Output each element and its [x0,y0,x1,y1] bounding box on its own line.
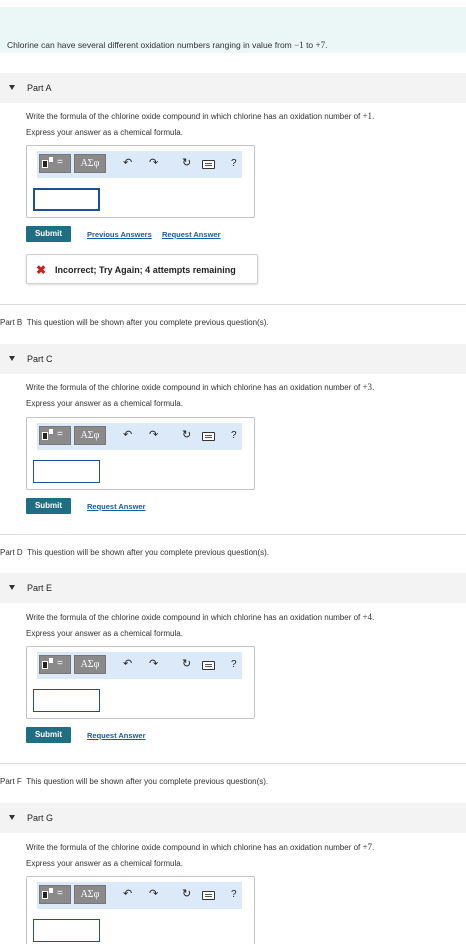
part-a-header[interactable]: Part A [0,73,466,103]
part-f-locked-text: Part F This question will be shown after… [0,777,269,786]
part-d-locked-text: Part D This question will be shown after… [0,548,270,557]
part-a-previous-answers-link[interactable]: Previous Answers [87,230,152,239]
redo-icon[interactable]: ↷ [149,888,158,900]
part-e-answer-input[interactable] [33,689,100,712]
part-a-submit-button[interactable]: Submit [26,226,71,242]
template-icon[interactable]: = [39,426,71,445]
collapse-caret-icon[interactable] [9,85,15,90]
help-button[interactable]: ? [231,889,237,901]
part-c-request-answer-link[interactable]: Request Answer [87,502,146,511]
part-g-question: Write the formula of the chlorine oxide … [26,842,375,852]
keyboard-icon[interactable] [202,661,215,670]
math-toolbar: = ΑΣφ ↶ ↷ ↻ ? [37,423,242,450]
part-a-instruction: Express your answer as a chemical formul… [26,128,183,137]
part-a-feedback: ✖ Incorrect; Try Again; 4 attempts remai… [26,254,258,284]
redo-icon[interactable]: ↷ [149,658,158,670]
undo-icon[interactable]: ↶ [123,888,132,900]
part-g-instruction: Express your answer as a chemical formul… [26,859,183,868]
greek-symbols-button[interactable]: ΑΣφ [74,885,106,904]
part-a-answer-editor: = ΑΣφ ↶ ↷ ↻ ? [26,145,255,218]
redo-icon[interactable]: ↷ [149,157,158,169]
part-e-request-answer-link[interactable]: Request Answer [87,731,146,740]
part-b-locked: Part B This question will be shown after… [0,304,466,340]
collapse-caret-icon[interactable] [9,585,15,590]
part-g-header[interactable]: Part G [0,803,466,833]
undo-icon[interactable]: ↶ [123,658,132,670]
collapse-caret-icon[interactable] [9,356,15,361]
part-e-header[interactable]: Part E [0,573,466,603]
greek-symbols-button[interactable]: ΑΣφ [74,655,106,674]
part-c-instruction: Express your answer as a chemical formul… [26,399,183,408]
undo-icon[interactable]: ↶ [123,429,132,441]
part-b-locked-text: Part B This question will be shown after… [0,318,269,327]
help-button[interactable]: ? [231,430,237,442]
reset-icon[interactable]: ↻ [182,658,191,670]
template-icon[interactable]: = [39,655,71,674]
greek-symbols-button[interactable]: ΑΣφ [74,426,106,445]
part-c-title: Part C [27,354,53,364]
part-c-header[interactable]: Part C [0,344,466,374]
part-a-answer-input[interactable] [33,188,100,211]
part-f-locked: Part F This question will be shown after… [0,763,466,799]
redo-icon[interactable]: ↷ [149,429,158,441]
part-a-question: Write the formula of the chlorine oxide … [26,111,375,121]
part-a-title: Part A [27,83,52,93]
part-c-answer-input[interactable] [33,460,100,483]
part-a-request-answer-link[interactable]: Request Answer [162,230,221,239]
reset-icon[interactable]: ↻ [182,157,191,169]
undo-icon[interactable]: ↶ [123,157,132,169]
intro-banner: Chlorine can have several different oxid… [0,7,466,53]
part-c-question: Write the formula of the chlorine oxide … [26,382,375,392]
reset-icon[interactable]: ↻ [182,888,191,900]
greek-symbols-button[interactable]: ΑΣφ [74,154,106,173]
part-g-title: Part G [27,813,54,823]
keyboard-icon[interactable] [202,891,215,900]
part-c-submit-button[interactable]: Submit [26,498,71,514]
reset-icon[interactable]: ↻ [182,429,191,441]
part-e-answer-editor: = ΑΣφ ↶ ↷ ↻ ? [26,646,255,719]
part-e-instruction: Express your answer as a chemical formul… [26,629,183,638]
help-button[interactable]: ? [231,158,237,170]
collapse-caret-icon[interactable] [9,815,15,820]
template-icon[interactable]: = [39,154,71,173]
math-toolbar: = ΑΣφ ↶ ↷ ↻ ? [37,652,242,679]
part-e-question: Write the formula of the chlorine oxide … [26,612,375,622]
part-d-locked: Part D This question will be shown after… [0,534,466,570]
part-e-title: Part E [27,583,53,593]
incorrect-icon: ✖ [36,263,47,277]
template-icon[interactable]: = [39,885,71,904]
part-c-answer-editor: = ΑΣφ ↶ ↷ ↻ ? [26,417,255,490]
intro-text: Chlorine can have several different oxid… [7,40,328,50]
feedback-message: Incorrect; Try Again; 4 attempts remaini… [55,265,236,275]
part-g-answer-input[interactable] [33,919,100,942]
part-e-submit-button[interactable]: Submit [26,727,71,743]
help-button[interactable]: ? [231,659,237,671]
keyboard-icon[interactable] [202,160,215,169]
math-toolbar: = ΑΣφ ↶ ↷ ↻ ? [37,882,242,909]
part-g-answer-editor: = ΑΣφ ↶ ↷ ↻ ? [26,876,255,944]
math-toolbar: = ΑΣφ ↶ ↷ ↻ ? [37,151,242,178]
keyboard-icon[interactable] [202,432,215,441]
